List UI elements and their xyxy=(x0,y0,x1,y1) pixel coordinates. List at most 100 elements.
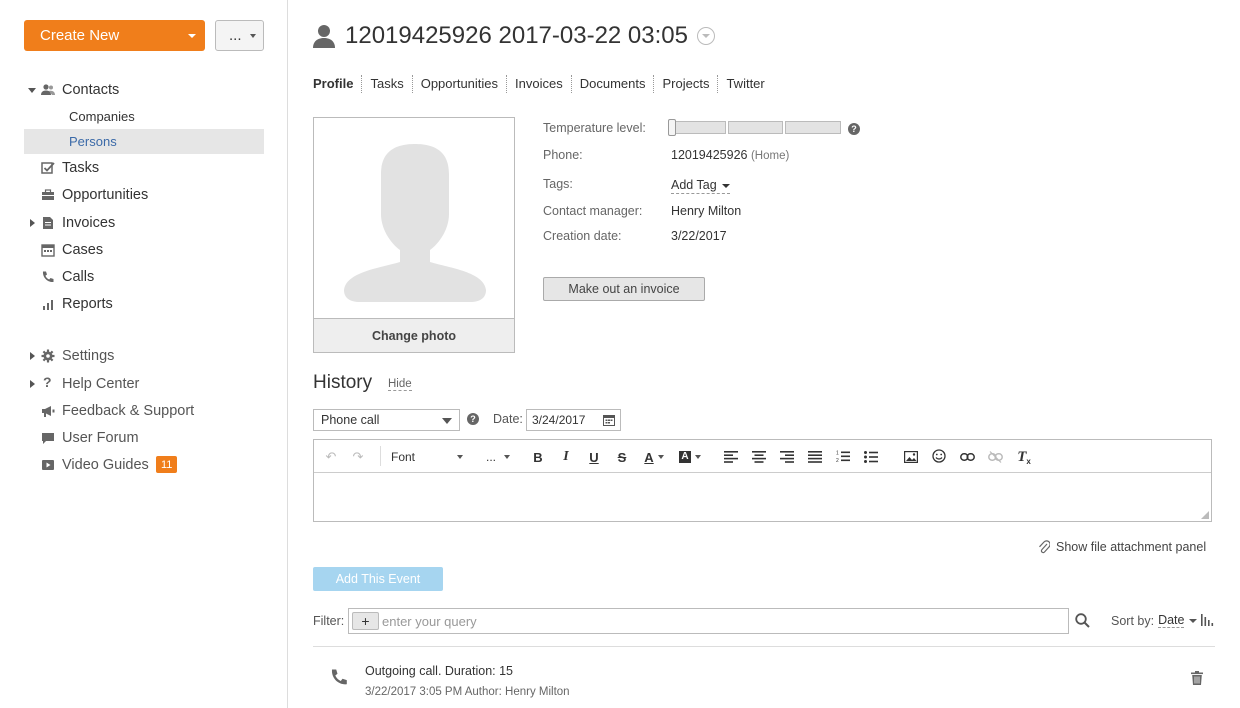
briefcase-icon xyxy=(42,189,54,200)
sort-dropdown[interactable]: Date xyxy=(1158,614,1185,628)
font-dropdown[interactable]: Font xyxy=(391,448,466,466)
expand-right-icon[interactable] xyxy=(30,380,35,388)
temperature-slider[interactable] xyxy=(670,121,842,134)
sidebar-item-invoices[interactable]: Invoices xyxy=(24,211,264,235)
unlink-icon[interactable] xyxy=(988,451,1003,463)
numbered-list-icon[interactable]: 12 xyxy=(836,450,850,463)
show-attachment-panel-link[interactable]: Show file attachment panel xyxy=(1038,540,1206,554)
hide-history-link[interactable]: Hide xyxy=(388,378,412,391)
sidebar-item-help-center[interactable]: ? Help Center xyxy=(24,372,264,396)
text-color-icon[interactable]: A xyxy=(640,448,668,466)
search-icon[interactable] xyxy=(1075,613,1090,628)
add-tag-dropdown[interactable]: Add Tag xyxy=(671,178,730,194)
sidebar-item-label: Feedback & Support xyxy=(62,403,195,419)
underline-icon[interactable]: U xyxy=(586,448,602,466)
sidebar-item-opportunities[interactable]: Opportunities xyxy=(24,183,264,207)
temperature-segment[interactable] xyxy=(785,121,842,134)
help-icon[interactable]: ? xyxy=(848,123,860,135)
tab-opportunities[interactable]: Opportunities xyxy=(411,75,506,93)
expand-right-icon[interactable] xyxy=(30,352,35,360)
event-type-select[interactable]: Phone call xyxy=(313,409,460,431)
emoji-icon[interactable] xyxy=(932,449,946,463)
strikethrough-icon[interactable]: S xyxy=(614,448,630,466)
sidebar-item-contacts[interactable]: Contacts xyxy=(24,78,264,102)
sidebar-item-feedback-support[interactable]: Feedback & Support xyxy=(24,399,264,423)
sidebar-item-user-forum[interactable]: User Forum xyxy=(24,426,264,450)
megaphone-icon xyxy=(42,406,55,417)
title-menu-chevron-icon[interactable] xyxy=(696,27,715,45)
undo-icon[interactable]: ↶ xyxy=(323,448,339,466)
sidebar-item-tasks[interactable]: Tasks xyxy=(24,156,264,180)
insert-image-icon[interactable] xyxy=(904,451,918,463)
align-left-icon[interactable] xyxy=(724,451,738,463)
bold-icon[interactable]: B xyxy=(530,448,546,466)
align-justify-icon[interactable] xyxy=(808,451,822,463)
temperature-segment[interactable] xyxy=(727,121,784,134)
tab-profile[interactable]: Profile xyxy=(313,75,361,93)
expand-down-icon[interactable] xyxy=(28,88,36,93)
sort-order-icon[interactable] xyxy=(1201,614,1214,626)
tab-projects[interactable]: Projects xyxy=(653,75,717,93)
align-right-icon[interactable] xyxy=(780,451,794,463)
phone-number: 12019425926 xyxy=(671,148,748,162)
sidebar-item-cases[interactable]: Cases xyxy=(24,238,264,262)
sidebar-item-companies[interactable]: Companies xyxy=(24,104,264,129)
creation-date-label: Creation date: xyxy=(543,229,622,243)
history-editor[interactable]: ↶ ↷ Font ... B I U S A A 12 Tx xyxy=(313,439,1212,522)
help-icon[interactable]: ? xyxy=(467,413,479,425)
filter-box: + xyxy=(348,608,1069,634)
tab-invoices[interactable]: Invoices xyxy=(506,75,571,93)
sidebar-item-settings[interactable]: Settings xyxy=(24,344,264,368)
temperature-slider-handle[interactable] xyxy=(668,119,676,136)
bullet-list-icon[interactable] xyxy=(864,451,878,463)
expand-right-icon[interactable] xyxy=(30,219,35,227)
avatar-placeholder-icon xyxy=(344,144,486,302)
sidebar: Create New ... Contacts Companies Person… xyxy=(0,0,288,708)
background-color-icon[interactable]: A xyxy=(676,448,704,466)
link-icon[interactable] xyxy=(960,452,975,462)
filter-input[interactable] xyxy=(382,609,1062,633)
history-divider xyxy=(313,646,1215,647)
sidebar-item-reports[interactable]: Reports xyxy=(24,292,264,316)
tab-tasks[interactable]: Tasks xyxy=(361,75,411,93)
trash-icon[interactable] xyxy=(1191,671,1203,685)
chevron-down-icon xyxy=(457,455,464,459)
chat-bubble-icon xyxy=(42,433,54,444)
toolbar-divider xyxy=(380,446,381,466)
attachment-panel-label: Show file attachment panel xyxy=(1056,540,1207,554)
tab-twitter[interactable]: Twitter xyxy=(717,75,772,93)
event-meta: 3/22/2017 3:05 PM Author: Henry Milton xyxy=(365,686,570,698)
make-invoice-button[interactable]: Make out an invoice xyxy=(543,277,705,301)
sidebar-item-label: Reports xyxy=(62,296,113,312)
redo-icon[interactable]: ↷ xyxy=(350,448,366,466)
temperature-segment[interactable] xyxy=(670,121,726,134)
phone-type: (Home) xyxy=(750,150,790,162)
add-event-button[interactable]: Add This Event xyxy=(313,567,443,591)
more-actions-button[interactable]: ... xyxy=(215,20,264,51)
sidebar-item-video-guides[interactable]: Video Guides 11 xyxy=(24,453,264,477)
change-photo-button[interactable]: Change photo xyxy=(314,318,514,352)
resize-handle-icon[interactable] xyxy=(1201,511,1209,519)
svg-text:2: 2 xyxy=(836,458,839,463)
calendar-icon[interactable] xyxy=(603,414,615,426)
contact-manager-label: Contact manager: xyxy=(543,204,643,218)
contacts-icon xyxy=(41,84,55,95)
align-center-icon[interactable] xyxy=(752,451,766,463)
sidebar-item-label: Tasks xyxy=(62,160,100,176)
phone-call-icon xyxy=(331,669,347,685)
temperature-label: Temperature level: xyxy=(543,121,646,135)
create-new-button[interactable]: Create New xyxy=(24,20,205,51)
tab-documents[interactable]: Documents xyxy=(570,75,654,93)
chevron-down-icon[interactable] xyxy=(1189,619,1198,623)
sidebar-item-calls[interactable]: Calls xyxy=(24,265,264,289)
create-new-label: Create New xyxy=(40,27,120,44)
sidebar-item-label: Contacts xyxy=(62,82,120,98)
font-size-dropdown[interactable]: ... xyxy=(483,448,513,466)
person-icon xyxy=(313,25,335,48)
italic-icon[interactable]: I xyxy=(558,448,574,466)
sort-label: Sort by: xyxy=(1111,614,1155,628)
add-filter-button[interactable]: + xyxy=(352,612,379,630)
clear-formatting-icon[interactable]: Tx xyxy=(1016,448,1032,466)
sidebar-item-persons[interactable]: Persons xyxy=(24,129,264,154)
date-input[interactable]: 3/24/2017 xyxy=(526,409,621,431)
